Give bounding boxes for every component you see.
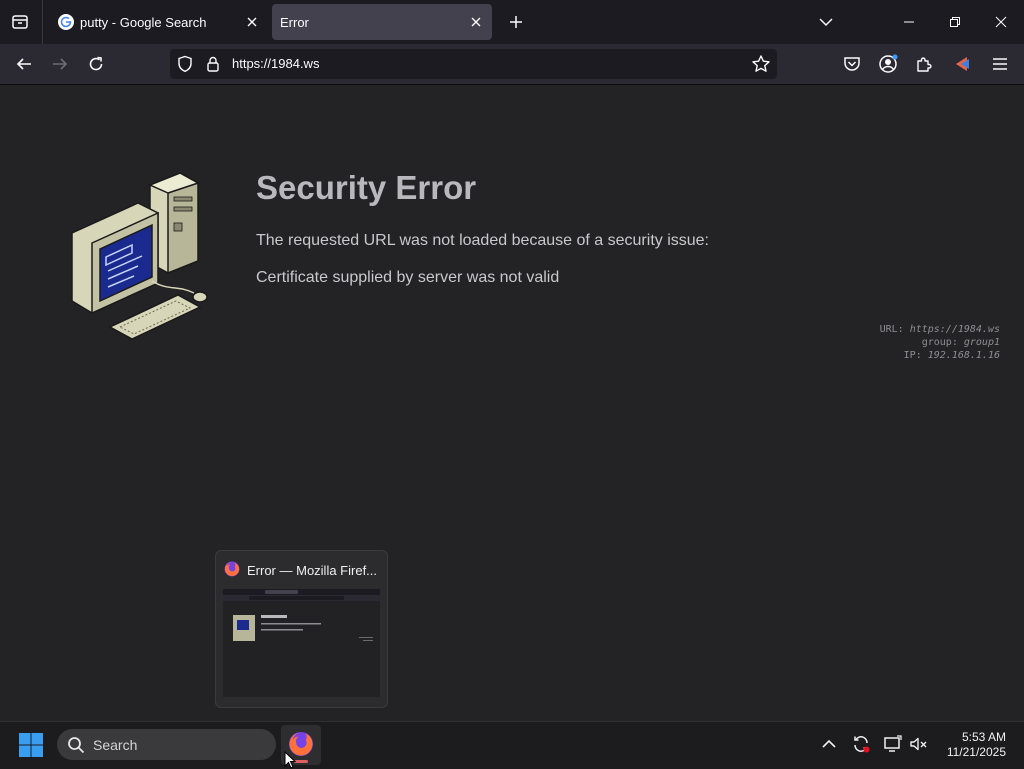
- firefox-icon: [224, 561, 240, 577]
- pocket-icon: [844, 57, 860, 71]
- extension-icon: [956, 57, 969, 71]
- forward-arrow-icon: [53, 58, 68, 70]
- tab-title: Error: [280, 14, 309, 30]
- close-tab-button[interactable]: [464, 10, 488, 34]
- reload-icon: [89, 56, 103, 71]
- account-button[interactable]: [874, 50, 902, 78]
- back-arrow-icon: [16, 58, 31, 70]
- error-message: The requested URL was not loaded because…: [256, 232, 709, 249]
- minimize-icon: [904, 21, 914, 23]
- pocket-button[interactable]: [838, 50, 866, 78]
- close-window-button[interactable]: [978, 0, 1024, 44]
- back-button[interactable]: [10, 50, 38, 78]
- windows-taskbar: Search 5:53 AM 11/21/2025: [0, 721, 1024, 769]
- meta-group-label: group:: [921, 337, 958, 348]
- close-tab-button[interactable]: [240, 10, 264, 34]
- tab-google-search[interactable]: putty - Google Search: [46, 4, 268, 40]
- sync-icon[interactable]: [851, 734, 871, 754]
- close-icon: [995, 16, 1007, 28]
- firefox-view-button[interactable]: [6, 8, 34, 36]
- nav-toolbar: https://1984.ws: [0, 44, 1024, 85]
- volume-muted-icon[interactable]: [909, 734, 929, 754]
- shield-icon[interactable]: [176, 55, 194, 73]
- menu-button[interactable]: [986, 50, 1014, 78]
- reload-button[interactable]: [82, 50, 110, 78]
- taskbar-search-box[interactable]: Search: [57, 729, 276, 760]
- chevron-up-icon[interactable]: [819, 734, 839, 754]
- clock-date: 11/21/2025: [946, 745, 1006, 759]
- bookmark-star-icon[interactable]: [751, 54, 771, 74]
- firefox-view-icon: [12, 15, 28, 29]
- hamburger-menu-icon: [993, 58, 1007, 70]
- extensions-button[interactable]: [910, 50, 938, 78]
- close-icon: [247, 17, 257, 27]
- search-placeholder: Search: [93, 737, 138, 753]
- lock-icon[interactable]: [204, 55, 222, 73]
- taskbar-window-preview[interactable]: Error — Mozilla Firef...: [215, 550, 388, 708]
- error-detail: Certificate supplied by server was not v…: [256, 269, 560, 286]
- new-tab-button[interactable]: [502, 8, 530, 36]
- display-icon[interactable]: [883, 734, 903, 754]
- preview-title: Error — Mozilla Firef...: [247, 563, 378, 578]
- page-content: Security Error The requested URL was not…: [0, 85, 1024, 721]
- tab-separator: [42, 0, 43, 44]
- meta-url-value: https://1984.ws: [909, 324, 1000, 335]
- url-bar[interactable]: https://1984.ws: [170, 49, 777, 79]
- tab-strip: putty - Google Search Error: [0, 0, 1024, 44]
- preview-thumbnail[interactable]: [223, 589, 380, 697]
- thumbnail-image: [223, 589, 380, 641]
- list-all-tabs-button[interactable]: [812, 8, 840, 36]
- system-clock[interactable]: 5:53 AM 11/21/2025: [947, 730, 1006, 760]
- tab-error[interactable]: Error: [272, 4, 492, 40]
- active-indicator: [294, 760, 308, 763]
- meta-url-label: URL:: [879, 324, 904, 335]
- puzzle-icon: [917, 57, 932, 72]
- url-text[interactable]: https://1984.ws: [232, 56, 319, 71]
- restore-icon: [950, 17, 960, 27]
- error-metadata: URL: https://1984.ws group: group1 IP: 1…: [880, 323, 1000, 362]
- meta-ip-label: IP:: [903, 350, 922, 361]
- chevron-down-icon: [819, 18, 833, 27]
- windows-start-icon[interactable]: [18, 732, 44, 758]
- error-title: Security Error: [256, 169, 477, 206]
- computer-illustration: [71, 173, 208, 340]
- clock-time: 5:53 AM: [961, 730, 1006, 744]
- meta-group-value: group1: [963, 337, 1000, 348]
- meta-url-row: URL: https://1984.ws: [880, 323, 1000, 336]
- restore-button[interactable]: [932, 0, 978, 44]
- extension-button[interactable]: [948, 50, 976, 78]
- tab-title: putty - Google Search: [80, 14, 207, 30]
- search-icon: [68, 737, 85, 754]
- account-icon: [879, 54, 898, 73]
- minimize-button[interactable]: [886, 0, 932, 44]
- meta-ip-row: IP: 192.168.1.16: [880, 349, 1000, 362]
- plus-icon: [510, 16, 522, 28]
- meta-group-row: group: group1: [880, 336, 1000, 349]
- google-icon: [58, 14, 74, 30]
- close-icon: [471, 17, 481, 27]
- forward-button[interactable]: [46, 50, 74, 78]
- meta-ip-value: 192.168.1.16: [927, 350, 1000, 361]
- mouse-cursor-icon: [284, 751, 296, 769]
